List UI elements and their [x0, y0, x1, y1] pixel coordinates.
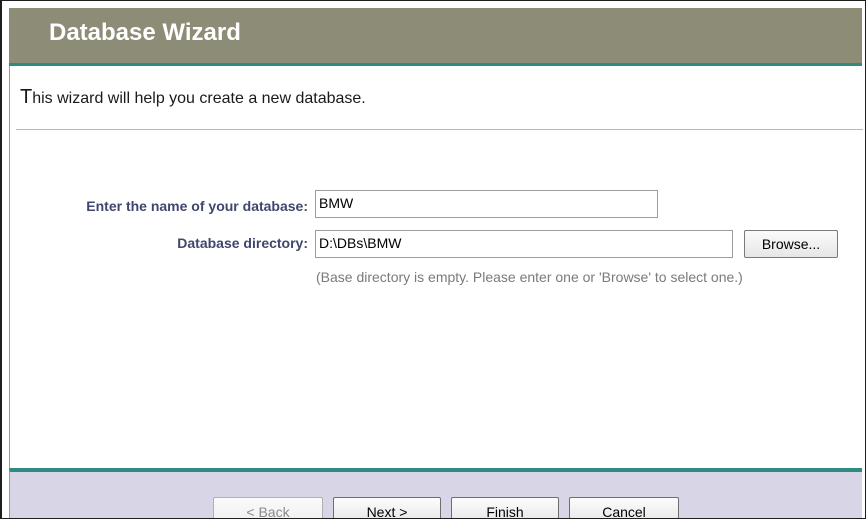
- wizard-content: This wizard will help you create a new d…: [9, 66, 863, 468]
- database-directory-input[interactable]: D:\DBs\BMW: [315, 230, 733, 258]
- database-directory-label: Database directory:: [177, 235, 308, 251]
- intro-first-letter: T: [20, 86, 33, 108]
- finish-button[interactable]: Finish: [451, 497, 559, 518]
- button-bar: < Back Next > Finish Cancel: [9, 468, 862, 518]
- back-button[interactable]: < Back: [213, 497, 323, 518]
- title-bar: Database Wizard: [9, 8, 862, 66]
- directory-hint: (Base directory is empty. Please enter o…: [316, 269, 743, 285]
- database-name-label: Enter the name of your database:: [86, 198, 308, 214]
- cancel-button[interactable]: Cancel: [569, 497, 679, 518]
- wizard-window: Database Wizard This wizard will help yo…: [0, 0, 866, 519]
- next-button[interactable]: Next >: [333, 497, 441, 518]
- browse-button[interactable]: Browse...: [744, 230, 838, 258]
- divider: [16, 129, 863, 130]
- database-name-input[interactable]: BMW: [315, 190, 658, 218]
- intro-text: This wizard will help you create a new d…: [20, 86, 366, 109]
- window-title: Database Wizard: [49, 19, 241, 46]
- intro-rest: his wizard will help you create a new da…: [32, 90, 366, 107]
